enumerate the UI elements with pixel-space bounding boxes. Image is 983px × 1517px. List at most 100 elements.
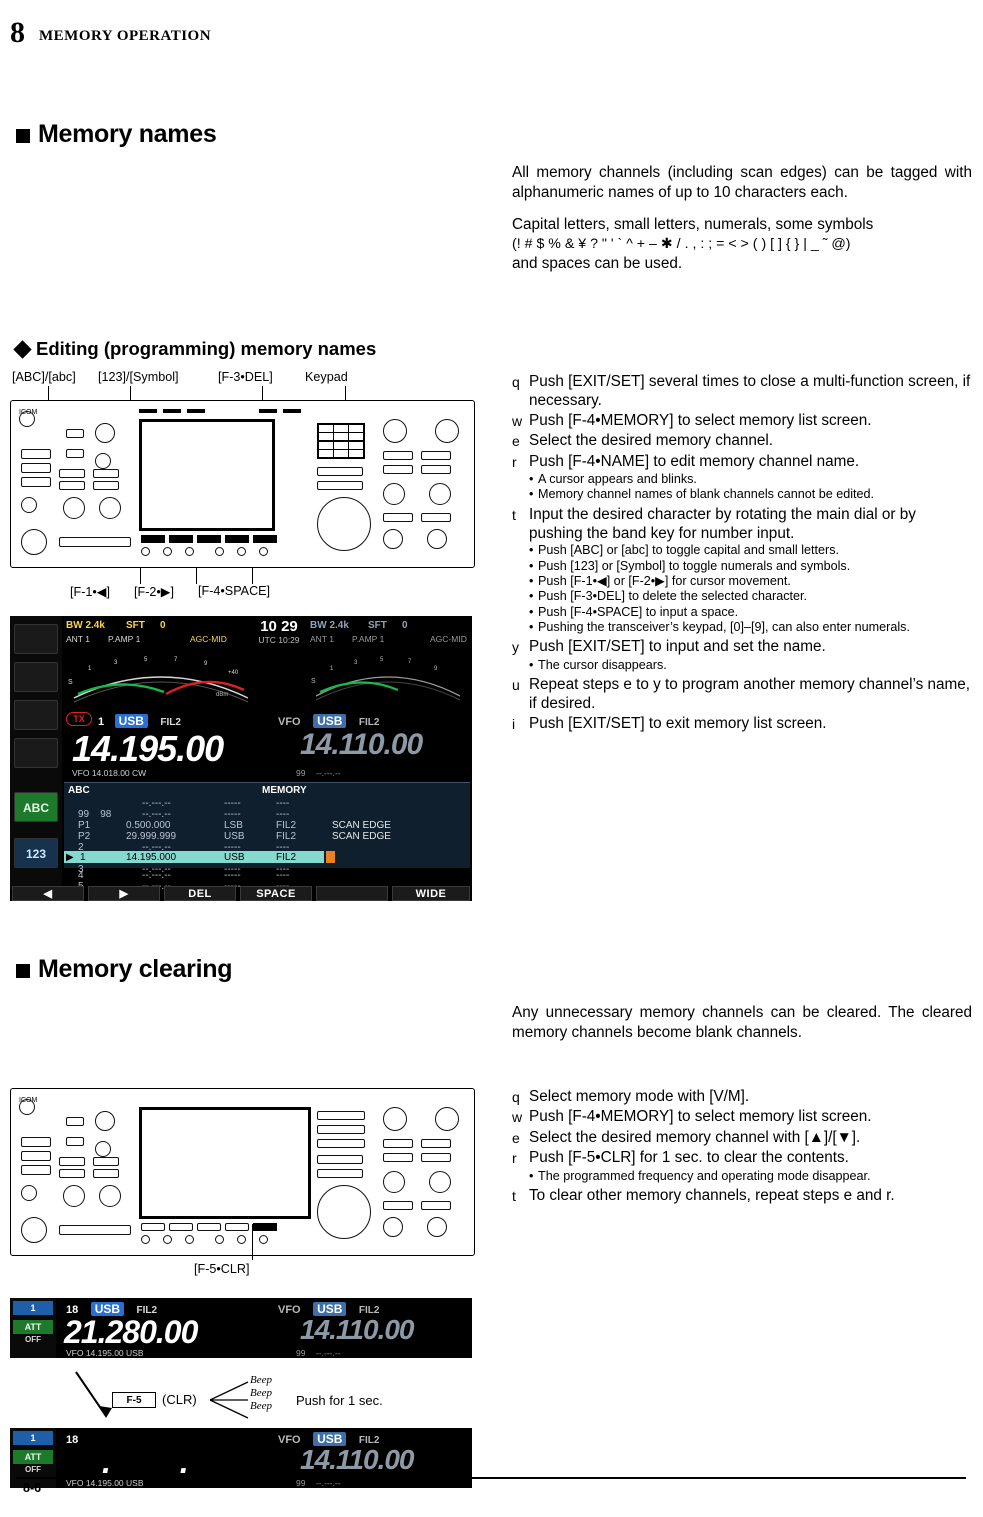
lcd-memory-list-panel: ABC MEMORY 98 --.---.-- ----- ---- 99 --… xyxy=(64,782,470,875)
step-2-number: w xyxy=(512,412,523,429)
square-bullet-icon xyxy=(16,128,30,143)
f5-key-box[interactable]: F-5 xyxy=(112,1392,156,1408)
clear-step-4-bullet-1: • The programmed frequency and operating… xyxy=(529,1169,972,1184)
lcd-right-meter: S 1 3 5 7 9 xyxy=(310,650,466,710)
row-filter: ---- xyxy=(276,809,290,820)
softkey-blank[interactable] xyxy=(316,886,388,901)
lcd-side-button-2[interactable] xyxy=(14,662,58,692)
row-channel: 1 xyxy=(80,852,86,863)
lcd-right-filter: FIL2 xyxy=(358,717,380,728)
panel-knob xyxy=(383,1171,405,1193)
lcd-left-ant: ANT 1 xyxy=(66,634,90,644)
panel-button xyxy=(421,1201,451,1210)
panel-button xyxy=(421,1139,451,1148)
lcd-side-button-123[interactable]: 123 xyxy=(14,838,58,868)
round-button xyxy=(215,1235,224,1244)
step-2: w Push [F-4•MEMORY] to select memory lis… xyxy=(512,411,972,431)
lcd-right-preamp: P.AMP 1 xyxy=(352,634,385,644)
panel-button xyxy=(383,1139,413,1148)
soft-key-indicator xyxy=(163,409,181,413)
panel-button xyxy=(66,1137,84,1146)
clear-step-4-bullet-1-text: The programmed frequency and operating m… xyxy=(538,1168,871,1183)
lcd-before-vfo-sub: VFO 14.195.00 USB xyxy=(66,1348,144,1358)
memory-names-intro-1: All memory channels (including scan edge… xyxy=(512,164,972,201)
step-6-bullet-1-text: The cursor disappears. xyxy=(538,657,667,672)
step-6-text: Push [EXIT/SET] to input and set the nam… xyxy=(529,638,826,656)
lcd-left-mem-no: 1 xyxy=(98,716,105,728)
lcd-clock-time: 10 29 xyxy=(260,618,298,635)
step-7-text: Repeat steps e to y to program another m… xyxy=(529,675,971,713)
chapter-number: 8 xyxy=(10,16,25,49)
lcd-side-button-4[interactable] xyxy=(14,738,58,768)
svg-text:S: S xyxy=(68,679,73,686)
brand-logo: ICOM xyxy=(19,409,38,416)
step-3-text: Select the desired memory channel. xyxy=(529,432,774,450)
softkey-right[interactable]: ▶ xyxy=(88,886,160,901)
step-5-bullet-4: • Push [F-3•DEL] to delete the selected … xyxy=(529,589,972,604)
lcd-before-memfreq: --.---.-- xyxy=(316,1348,341,1358)
selection-pointer-icon: ▶ xyxy=(66,852,74,863)
clear-step-1: q Select memory mode with [V/M]. xyxy=(512,1087,972,1107)
row-filter: FIL2 xyxy=(276,831,297,842)
panel-button xyxy=(421,465,451,474)
panel-button xyxy=(383,513,413,522)
svg-text:3: 3 xyxy=(114,660,118,666)
clear-step-1-text: Select memory mode with [V/M]. xyxy=(529,1088,750,1105)
function-key-f5 xyxy=(253,535,277,543)
tx-indicator-badge: TX xyxy=(66,712,92,726)
panel-knob xyxy=(427,529,447,549)
panel-knob xyxy=(63,497,85,519)
softkey-left[interactable]: ◀ xyxy=(12,886,84,901)
panel-slider xyxy=(59,1225,131,1235)
lcd-right-sft-value: 0 xyxy=(402,620,408,631)
editing-memory-names-text: Editing (programming) memory names xyxy=(36,338,377,359)
lcd-side-button-3[interactable] xyxy=(14,700,58,730)
round-button xyxy=(237,1235,246,1244)
row-frequency: 29.999.999 xyxy=(126,831,177,842)
panel-knob xyxy=(99,1185,121,1207)
panel-button xyxy=(383,1153,413,1162)
softkey-space[interactable]: SPACE xyxy=(240,886,312,901)
row-filter: FIL2 xyxy=(276,852,297,863)
subheading-editing-memory-names: Editing (programming) memory names xyxy=(13,338,377,360)
step-6-number: y xyxy=(512,639,519,656)
lcd-right-bw: BW 2.4k xyxy=(310,620,349,631)
fig1-label-abc: [ABC]/[abc] xyxy=(12,370,76,384)
svg-text:dBm: dBm xyxy=(216,692,228,698)
soft-key-indicator xyxy=(139,409,157,413)
svg-text:1: 1 xyxy=(330,666,334,672)
step-5: t Input the desired character by rotatin… xyxy=(512,505,972,544)
clear-step-4-number: r xyxy=(512,1150,517,1167)
step-8: i Push [EXIT/SET] to exit memory list sc… xyxy=(512,714,972,734)
lcd-side-button-1[interactable] xyxy=(14,624,58,654)
manual-page: 8 MEMORY OPERATION Memory names Editing … xyxy=(0,0,983,1517)
lcd-att-label: ATT xyxy=(13,1320,53,1334)
row-channel: 4 xyxy=(78,870,84,881)
step-4-bullet-1-text: A cursor appears and blinks. xyxy=(538,472,697,487)
bullet-dot-icon: • xyxy=(529,487,534,502)
section-heading-memory-names: Memory names xyxy=(16,120,217,149)
svg-text:3: 3 xyxy=(354,660,358,666)
lcd-before-vfo-frequency: 14.110.00 xyxy=(300,1314,414,1345)
svg-text:7: 7 xyxy=(174,657,178,663)
step-7: u Repeat steps e to y to program another… xyxy=(512,675,972,714)
function-key-f5-highlighted xyxy=(253,1223,277,1231)
lcd-clock-utc: UTC 10:29 xyxy=(258,635,300,645)
main-dial xyxy=(317,1185,371,1239)
row-filter: ---- xyxy=(276,798,290,809)
memory-names-symbols: (! # $ % & ¥ ? " ' ` ^ + – ✱ / . , : ; =… xyxy=(512,235,851,252)
softkey-wide[interactable]: WIDE xyxy=(392,886,470,901)
softkey-del[interactable]: DEL xyxy=(164,886,236,901)
lcd-after-frequency: . . xyxy=(102,1444,219,1480)
down-arrow-icon xyxy=(75,1371,112,1418)
row-filter: FIL2 xyxy=(276,820,297,831)
step-5-bullet-4-text: Push [F-3•DEL] to delete the selected ch… xyxy=(538,589,808,604)
lcd-side-button-abc[interactable]: ABC xyxy=(14,792,58,822)
memory-clearing-text-column: Any unnecessary memory channels can be c… xyxy=(512,1003,972,1055)
panel-button xyxy=(383,465,413,474)
clear-step-5-number: t xyxy=(512,1187,516,1204)
beep-text-1: Beep xyxy=(250,1374,272,1386)
svg-text:5: 5 xyxy=(144,657,148,663)
clear-step-4-text: Push [F-5•CLR] for 1 sec. to clear the c… xyxy=(529,1149,849,1167)
lcd-left-meter: S 1 3 5 7 9 +40 dBm xyxy=(66,650,256,710)
